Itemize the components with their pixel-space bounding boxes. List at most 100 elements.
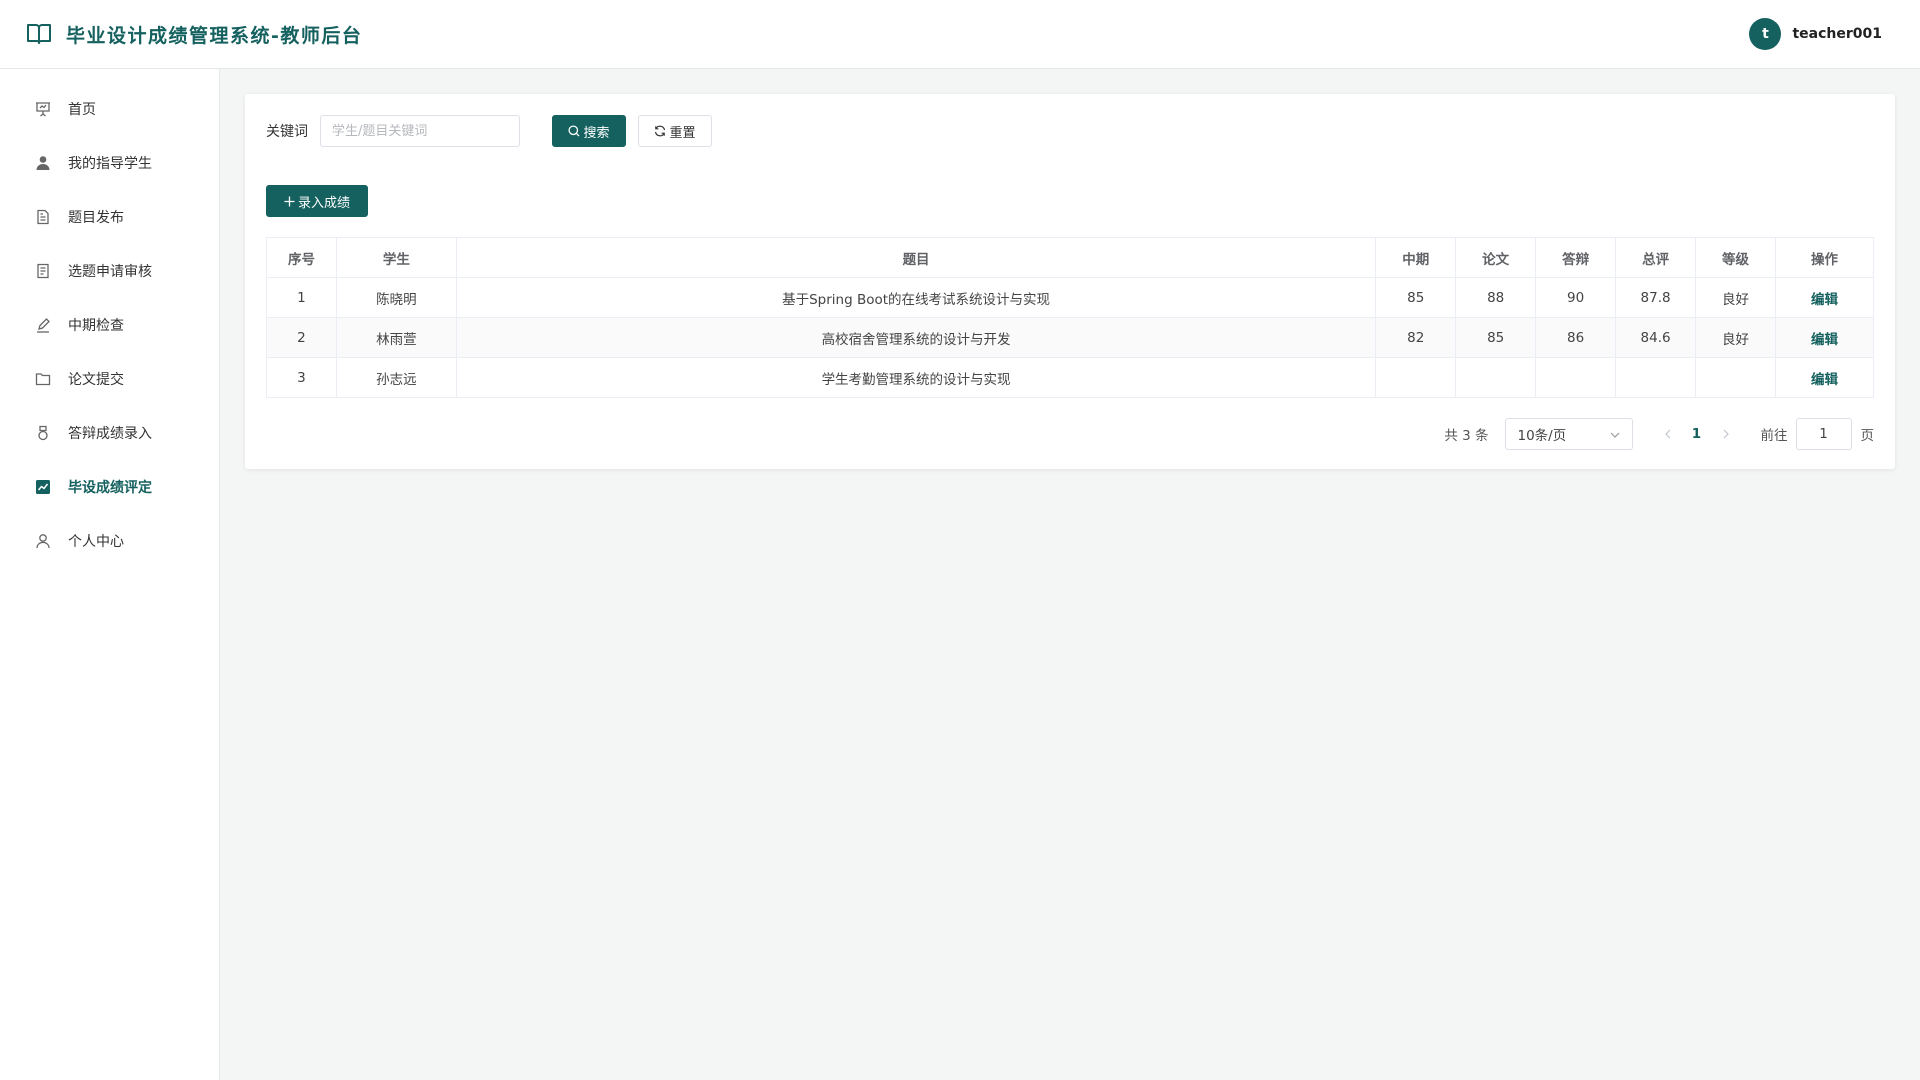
cell-thesis — [1455, 357, 1537, 398]
presentation-icon — [34, 100, 52, 118]
cell-student: 陈晓明 — [335, 277, 457, 318]
page-unit-label: 页 — [1860, 428, 1875, 444]
cell-midterm: 85 — [1375, 277, 1457, 318]
folder-icon — [34, 370, 52, 388]
sidebar-item-profile[interactable]: 个人中心 — [0, 514, 219, 568]
cell-midterm — [1375, 357, 1457, 398]
refresh-icon — [654, 125, 666, 137]
column-header-topic: 题目 — [455, 237, 1377, 278]
goto-label: 前往 — [1760, 428, 1788, 444]
cell-topic: 学生考勤管理系统的设计与实现 — [455, 357, 1377, 398]
brand: 毕业设计成绩管理系统-教师后台 — [26, 21, 362, 48]
cell-total: 87.8 — [1615, 277, 1697, 318]
pagination: 共 3 条 10条/页 1 前往 页 — [266, 418, 1874, 450]
cell-index: 3 — [266, 357, 337, 398]
sidebar-item-label: 中期检查 — [68, 318, 124, 334]
sidebar-item-label: 毕设成绩评定 — [68, 480, 152, 496]
chevron-left-icon — [1664, 429, 1670, 439]
cell-topic: 基于Spring Boot的在线考试系统设计与实现 — [455, 277, 1377, 318]
column-header-defense: 答辩 — [1535, 237, 1617, 278]
cell-grade — [1695, 357, 1777, 398]
reset-button-label: 重置 — [669, 125, 696, 141]
column-header-total: 总评 — [1615, 237, 1697, 278]
book-open-icon — [26, 21, 52, 47]
sidebar-item-home[interactable]: 首页 — [0, 82, 219, 136]
cell-student: 林雨萱 — [335, 317, 457, 358]
search-bar: 关键词 搜索 重置 — [266, 115, 1874, 147]
add-score-button[interactable]: 录入成绩 — [266, 185, 368, 217]
sidebar-item-grade-evaluation[interactable]: 毕设成绩评定 — [0, 460, 219, 514]
edit-link[interactable]: 编辑 — [1811, 372, 1838, 388]
total-count: 共 3 条 — [1444, 428, 1489, 444]
column-header-midterm: 中期 — [1375, 237, 1457, 278]
sidebar-item-label: 答辩成绩录入 — [68, 426, 152, 442]
table-row: 2 林雨萱 高校宿舍管理系统的设计与开发 82 85 86 84.6 良好 编辑 — [266, 317, 1874, 358]
table-row: 1 陈晓明 基于Spring Boot的在线考试系统设计与实现 85 88 90… — [266, 277, 1874, 318]
page-size-select[interactable]: 10条/页 — [1504, 418, 1633, 450]
sidebar-item-topic-review[interactable]: 选题申请审核 — [0, 244, 219, 298]
cell-grade: 良好 — [1695, 317, 1777, 358]
sidebar-item-thesis-submit[interactable]: 论文提交 — [0, 352, 219, 406]
document-list-icon — [34, 262, 52, 280]
cell-midterm: 82 — [1375, 317, 1457, 358]
action-bar: 录入成绩 — [266, 185, 1874, 217]
table-header-row: 序号 学生 题目 中期 论文 答辩 总评 等级 操作 — [266, 237, 1874, 278]
cell-thesis: 85 — [1455, 317, 1537, 358]
sidebar-item-topic-publish[interactable]: 题目发布 — [0, 190, 219, 244]
cell-topic: 高校宿舍管理系统的设计与开发 — [455, 317, 1377, 358]
user-icon — [34, 532, 52, 550]
cell-action: 编辑 — [1775, 277, 1874, 318]
column-header-student: 学生 — [335, 237, 457, 278]
top-header: 毕业设计成绩管理系统-教师后台 t teacher001 — [0, 0, 1920, 69]
trend-chart-icon — [34, 478, 52, 496]
cell-defense — [1535, 357, 1617, 398]
cell-action: 编辑 — [1775, 317, 1874, 358]
edit-link[interactable]: 编辑 — [1811, 332, 1838, 348]
cell-student: 孙志远 — [335, 357, 457, 398]
column-header-grade: 等级 — [1695, 237, 1777, 278]
cell-index: 2 — [266, 317, 337, 358]
sidebar: 首页 我的指导学生 题目发布 选题申请审核 中期检查 论文提交 答辩成绩录入 毕… — [0, 69, 220, 1080]
reset-button[interactable]: 重置 — [638, 115, 712, 147]
edit-link[interactable]: 编辑 — [1811, 292, 1838, 308]
sidebar-item-label: 题目发布 — [68, 210, 124, 226]
cell-action: 编辑 — [1775, 357, 1874, 398]
search-icon — [568, 125, 580, 137]
chevron-right-icon — [1723, 429, 1729, 439]
search-button-label: 搜索 — [583, 125, 610, 141]
avatar[interactable]: t — [1749, 18, 1782, 50]
document-icon — [34, 208, 52, 226]
page-size-value: 10条/页 — [1517, 428, 1567, 444]
edit-pen-icon — [34, 316, 52, 334]
cell-defense: 90 — [1535, 277, 1617, 318]
page-number-current[interactable]: 1 — [1681, 426, 1713, 442]
cell-grade: 良好 — [1695, 277, 1777, 318]
chevron-down-icon — [1610, 426, 1620, 442]
sidebar-item-label: 选题申请审核 — [68, 264, 152, 280]
user-menu[interactable]: t teacher001 — [1749, 18, 1882, 50]
plus-icon — [284, 196, 295, 207]
keyword-label: 关键词 — [266, 124, 308, 140]
medal-icon — [34, 424, 52, 442]
sidebar-item-label: 我的指导学生 — [68, 156, 152, 172]
sidebar-item-defense-score[interactable]: 答辩成绩录入 — [0, 406, 219, 460]
main-card: 关键词 搜索 重置 录入成绩 序号 学 — [245, 94, 1895, 469]
search-button[interactable]: 搜索 — [552, 115, 626, 147]
column-header-index: 序号 — [266, 237, 337, 278]
username[interactable]: teacher001 — [1792, 26, 1882, 42]
prev-page-button[interactable] — [1655, 421, 1681, 447]
column-header-action: 操作 — [1775, 237, 1874, 278]
table-row: 3 孙志远 学生考勤管理系统的设计与实现 编辑 — [266, 357, 1874, 398]
next-page-button[interactable] — [1713, 421, 1739, 447]
user-filled-icon — [34, 154, 52, 172]
cell-thesis: 88 — [1455, 277, 1537, 318]
keyword-input[interactable] — [320, 115, 520, 147]
sidebar-item-label: 论文提交 — [68, 372, 124, 388]
cell-total: 84.6 — [1615, 317, 1697, 358]
goto-page-input[interactable] — [1795, 418, 1852, 450]
sidebar-item-midterm-check[interactable]: 中期检查 — [0, 298, 219, 352]
sidebar-item-label: 个人中心 — [68, 534, 124, 550]
sidebar-item-my-students[interactable]: 我的指导学生 — [0, 136, 219, 190]
cell-defense: 86 — [1535, 317, 1617, 358]
app-title: 毕业设计成绩管理系统-教师后台 — [66, 24, 363, 47]
